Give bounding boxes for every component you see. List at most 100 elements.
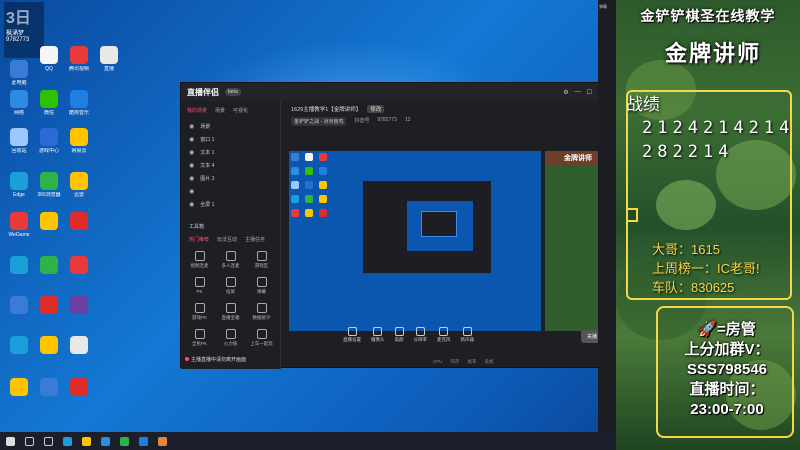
nested-preview <box>363 181 491 273</box>
desktop-icon-10[interactable]: Edge <box>4 172 34 198</box>
tab-interact[interactable]: 玩法互动 <box>217 236 237 243</box>
desktop-icon-15[interactable] <box>64 212 94 230</box>
settings-icon <box>347 327 357 336</box>
desktop-icon-12[interactable]: 迅雷 <box>64 172 94 198</box>
gold-teacher-badge: 金牌讲师 <box>664 41 761 66</box>
tool-button[interactable]: 上车一起玩 <box>247 329 276 347</box>
desktop-icon-19[interactable] <box>4 296 34 314</box>
qq-icon <box>40 46 58 64</box>
control-button[interactable]: 麦克风 <box>437 327 451 343</box>
source-item[interactable]: ◉ 全屏 1 <box>181 198 280 211</box>
search-icon[interactable] <box>25 436 34 446</box>
desktop-icon-4[interactable]: 网络 <box>4 90 34 116</box>
edge-icon[interactable] <box>63 436 72 446</box>
eye-icon[interactable]: ◉ <box>189 175 194 182</box>
app-icon <box>10 378 28 396</box>
tool-button[interactable]: 视频连麦 <box>185 251 214 269</box>
desktop-icon-11[interactable]: 360浏览器 <box>34 172 64 198</box>
tool-button[interactable]: 直播宝箱 <box>216 303 245 321</box>
source-item[interactable]: ◉ 文本 1 <box>181 146 280 159</box>
tool-button[interactable]: 数据统计 <box>247 303 276 321</box>
tool-button[interactable]: 弹幕 <box>247 277 276 295</box>
control-button[interactable]: 扬声器 <box>461 327 474 343</box>
stream-preview[interactable] <box>289 151 541 331</box>
viewer-count: 12 <box>404 117 411 123</box>
tool-button[interactable]: 投屏 <box>216 277 245 295</box>
desktop-icon-9[interactable]: 网易云 <box>64 128 94 154</box>
tool-button[interactable]: 多人连麦 <box>216 251 245 269</box>
preview-icon <box>319 153 327 161</box>
edit-title-button[interactable]: 修改 <box>367 105 385 113</box>
desktop-icon-18[interactable] <box>64 256 94 274</box>
desktop-icon-21[interactable] <box>64 296 94 314</box>
source-item[interactable]: ◉ 图片 3 <box>181 172 280 185</box>
live-dot-icon <box>185 357 189 361</box>
source-item[interactable]: ◉ 窗口 1 <box>181 133 280 146</box>
desktop-icon-16[interactable] <box>4 256 34 274</box>
start-icon[interactable] <box>6 436 15 446</box>
minimize-icon[interactable]: — <box>575 89 581 96</box>
app-title-bar: 直播伴侣 beta ⚙ — ☐ ✕ <box>181 83 609 101</box>
tool-button[interactable]: 游戏PK <box>185 303 214 321</box>
browser-icon[interactable] <box>120 436 129 446</box>
settings-icon[interactable]: ⚙ <box>563 89 568 96</box>
desktop-icon-26[interactable] <box>34 378 64 396</box>
maximize-icon[interactable]: ☐ <box>587 89 592 96</box>
game-category[interactable]: 金铲铲之战 - 对对宫鸡 <box>291 117 347 126</box>
desktop-icon-17[interactable] <box>34 256 64 274</box>
source-item[interactable]: ◉ 文本 4 <box>181 159 280 172</box>
eye-icon[interactable]: ◉ <box>189 188 194 195</box>
desktop-icon-25[interactable] <box>4 378 34 396</box>
tab-scene[interactable]: 场景 <box>215 107 225 114</box>
control-button[interactable]: 分辨率 <box>414 327 427 343</box>
desktop-icon-6[interactable]: 酷狗音乐 <box>64 90 94 116</box>
control-button[interactable]: 直播设置 <box>343 327 361 343</box>
tool-button[interactable]: 游戏区 <box>247 251 276 269</box>
wegame-icon <box>10 212 28 230</box>
desktop-icon-13[interactable]: WeGame <box>4 212 34 238</box>
tab-hot[interactable]: 热门推荐 <box>189 236 209 243</box>
streaming-app-icon[interactable] <box>158 436 167 446</box>
music-icon <box>70 128 88 146</box>
desktop-icon-14[interactable] <box>34 212 64 230</box>
desktop-icon-23[interactable] <box>34 336 64 354</box>
desktop-icon-2[interactable]: 腾讯视频 <box>64 46 94 72</box>
source-item[interactable]: ◉ <box>181 185 280 198</box>
tab-tasks[interactable]: 主播任务 <box>245 236 265 243</box>
desktop-icon-22[interactable] <box>4 336 34 354</box>
tool-icon <box>225 329 236 339</box>
tab-my-scene[interactable]: 我的场景 <box>187 107 207 114</box>
desktop-icon-27[interactable] <box>64 378 94 396</box>
control-button[interactable]: 摄像头 <box>371 327 385 343</box>
user-id: 9782773 <box>377 117 397 123</box>
desktop-icon-7[interactable]: 回收站 <box>4 128 34 154</box>
source-item[interactable]: ◉ 场景 <box>181 120 280 133</box>
eye-icon[interactable]: ◉ <box>189 123 194 130</box>
tool-button[interactable]: 火力值 <box>216 329 245 347</box>
eye-icon[interactable]: ◉ <box>189 162 194 169</box>
preview-desktop-icons <box>291 153 327 217</box>
control-button[interactable]: 美颜 <box>394 327 404 343</box>
tool-button[interactable]: PK <box>185 277 214 295</box>
eye-icon[interactable]: ◉ <box>189 149 194 156</box>
desktop-icon-24[interactable] <box>64 336 94 354</box>
folder-icon[interactable] <box>82 436 91 446</box>
tool-icon <box>256 251 267 261</box>
desktop-icon-20[interactable] <box>34 296 64 314</box>
desktop-icon-0[interactable]: 此电脑 <box>4 60 34 86</box>
resolution-icon <box>415 327 425 336</box>
app-icon <box>70 378 88 396</box>
desktop-icon-1[interactable]: QQ <box>34 46 64 72</box>
performance-stats: CPU 内存 帧率 丢帧 <box>433 359 494 364</box>
store-icon[interactable] <box>101 436 110 446</box>
desktop-icon-3[interactable]: 直播 <box>94 46 124 72</box>
eye-icon[interactable]: ◉ <box>189 201 194 208</box>
eye-icon[interactable]: ◉ <box>189 136 194 143</box>
tool-button[interactable]: 全民PK <box>185 329 214 347</box>
tab-visual[interactable]: 可视化 <box>233 107 248 114</box>
desktop-icon-8[interactable]: 游戏中心 <box>34 128 64 154</box>
desktop-icon-5[interactable]: 微信 <box>34 90 64 116</box>
frame-handle <box>626 208 638 222</box>
app-icon[interactable] <box>139 436 148 446</box>
task-view-icon[interactable] <box>44 436 53 446</box>
